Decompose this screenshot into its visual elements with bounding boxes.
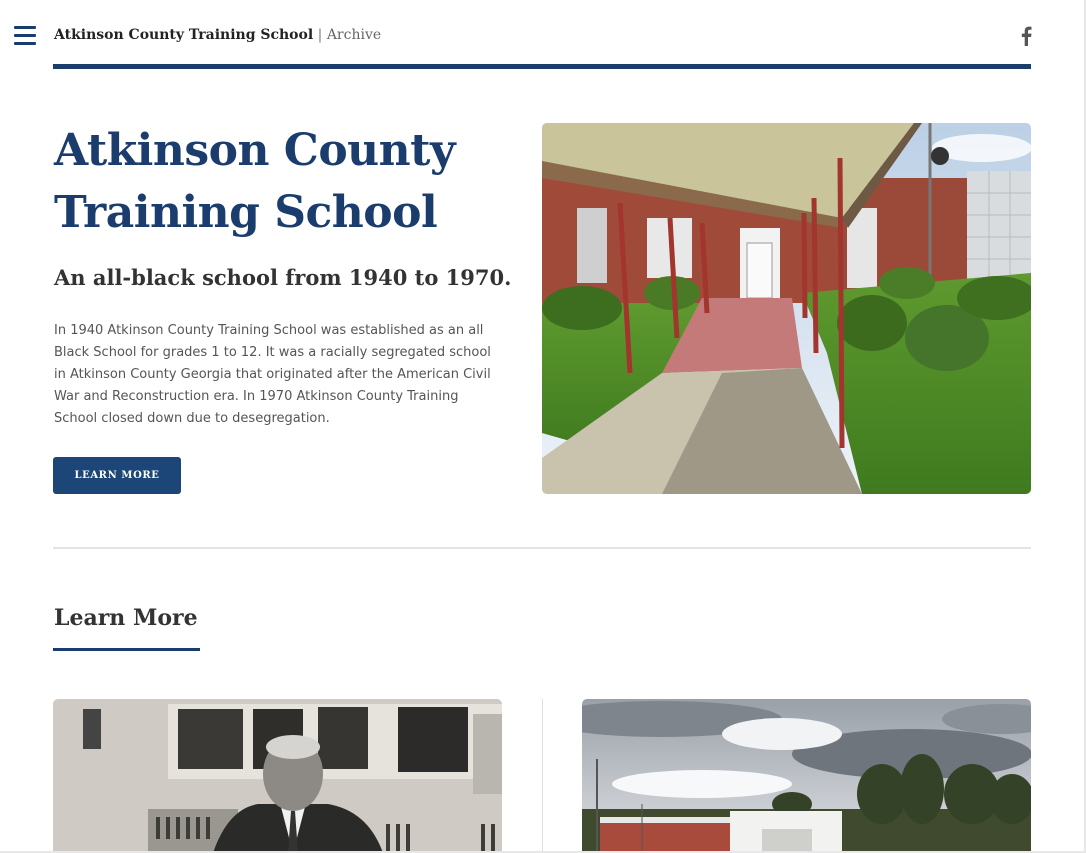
site-name[interactable]: Atkinson County Training School	[54, 27, 313, 43]
hamburger-menu-icon[interactable]	[14, 25, 36, 45]
hero-subtitle: An all-black school from 1940 to 1970.	[54, 265, 512, 290]
card-divider	[542, 699, 543, 853]
learn-more-underline	[53, 648, 200, 651]
school-walkway-photo	[542, 123, 1031, 494]
learn-more-button[interactable]: LEARN MORE	[53, 457, 181, 494]
section-divider	[53, 547, 1031, 549]
header-rule	[53, 64, 1031, 69]
card-school-site-photo[interactable]	[582, 699, 1031, 853]
learn-more-heading: Learn More	[54, 605, 198, 631]
hero-description: In 1940 Atkinson County Training School …	[54, 323, 491, 426]
site-title[interactable]: Atkinson County Training School | Archiv…	[54, 27, 381, 43]
title-separator: |	[313, 27, 327, 43]
card-principal-photo[interactable]	[53, 699, 502, 853]
site-header: Atkinson County Training School | Archiv…	[0, 0, 1086, 70]
facebook-icon[interactable]	[1019, 26, 1033, 46]
page-title: Atkinson County Training School	[54, 125, 456, 238]
archive-label: Archive	[326, 27, 382, 43]
